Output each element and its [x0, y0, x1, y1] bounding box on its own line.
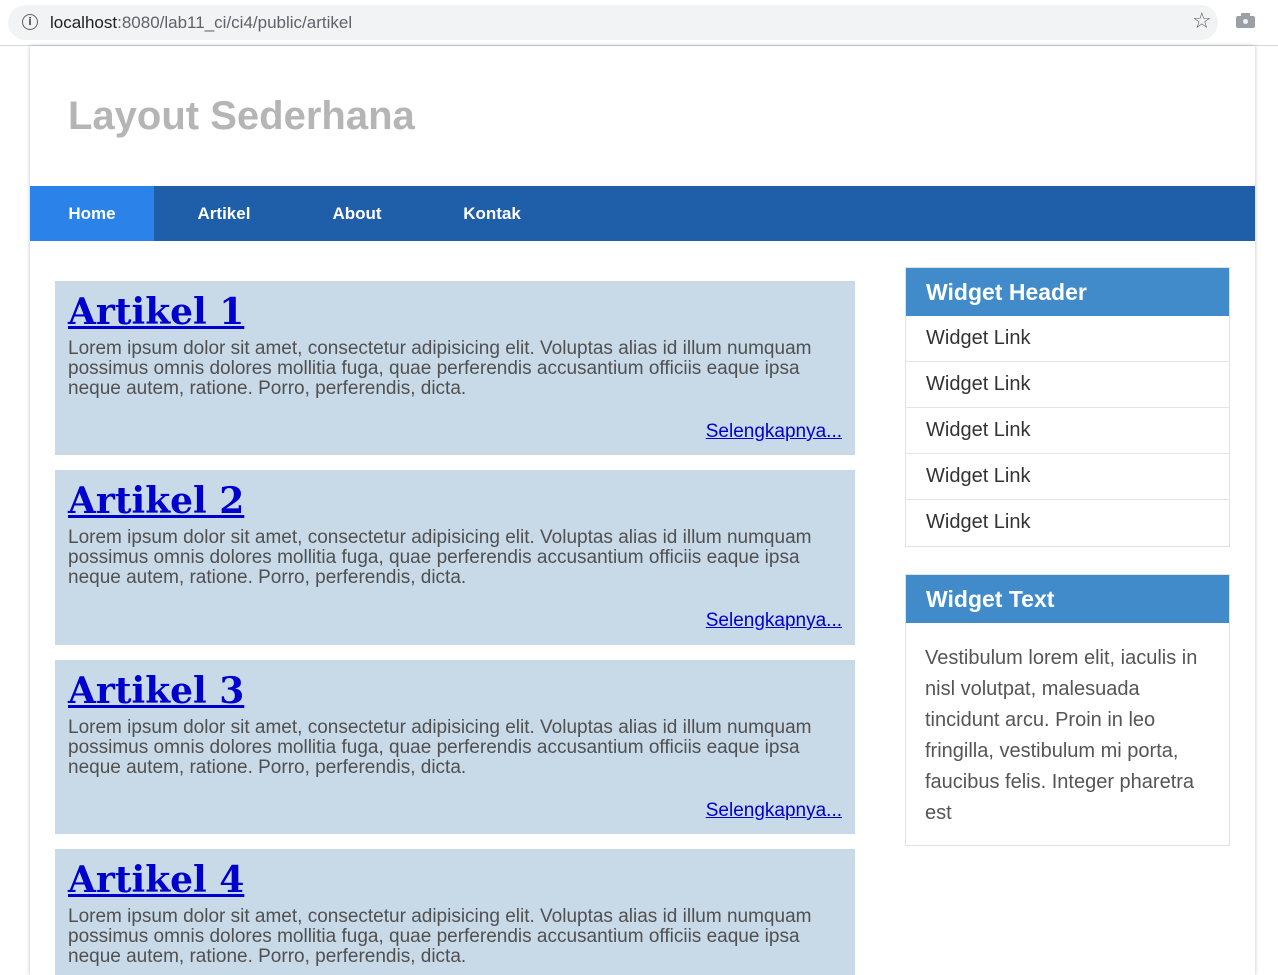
nav-item-kontak[interactable]: Kontak	[420, 186, 564, 241]
widget-text-body: Vestibulum lorem elit, iaculis in nisl v…	[925, 647, 1198, 824]
widget-header-title: Widget Header	[906, 268, 1229, 316]
site-header: Layout Sederhana	[30, 46, 1255, 186]
widget-text: Widget Text Vestibulum lorem elit, iacul…	[905, 574, 1230, 846]
article-body: Lorem ipsum dolor sit amet, consectetur …	[68, 717, 812, 778]
article-title-link[interactable]: Artikel 2	[68, 478, 244, 524]
site-title: Layout Sederhana	[68, 94, 415, 138]
read-more-link[interactable]: Selengkapnya...	[706, 421, 842, 443]
main-nav: Home Artikel About Kontak	[30, 186, 1255, 241]
widget-link[interactable]: Widget Link	[906, 408, 1229, 454]
article-card: Artikel 3 Lorem ipsum dolor sit amet, co…	[55, 660, 855, 834]
article-card: Artikel 2 Lorem ipsum dolor sit amet, co…	[55, 470, 855, 645]
nav-item-home[interactable]: Home	[30, 186, 154, 241]
widget-link[interactable]: Widget Link	[906, 500, 1229, 546]
camera-icon[interactable]	[1236, 13, 1255, 28]
browser-toolbar: i localhost:8080/lab11_ci/ci4/public/art…	[0, 0, 1278, 46]
read-more-link[interactable]: Selengkapnya...	[706, 800, 842, 822]
read-more-link[interactable]: Selengkapnya...	[706, 610, 842, 632]
url-path: :8080/lab11_ci/ci4/public/artikel	[117, 13, 353, 32]
article-body: Lorem ipsum dolor sit amet, consectetur …	[68, 906, 812, 967]
article-title-link[interactable]: Artikel 4	[68, 857, 244, 903]
article-card: Artikel 4 Lorem ipsum dolor sit amet, co…	[55, 849, 855, 975]
article-body: Lorem ipsum dolor sit amet, consectetur …	[68, 338, 812, 399]
page-container: Layout Sederhana Home Artikel About Kont…	[30, 46, 1255, 975]
info-icon[interactable]: i	[22, 14, 38, 30]
article-card: Artikel 1 Lorem ipsum dolor sit amet, co…	[55, 281, 855, 455]
widget-links: Widget Header Widget Link Widget Link Wi…	[905, 267, 1230, 547]
widget-text-title: Widget Text	[906, 575, 1229, 623]
address-bar[interactable]: i localhost:8080/lab11_ci/ci4/public/art…	[8, 5, 1218, 40]
url-text[interactable]: localhost:8080/lab11_ci/ci4/public/artik…	[50, 13, 352, 33]
url-host: localhost	[50, 13, 118, 32]
widget-link[interactable]: Widget Link	[906, 316, 1229, 362]
article-title-link[interactable]: Artikel 1	[68, 289, 244, 335]
nav-item-about[interactable]: About	[294, 186, 420, 241]
widget-link[interactable]: Widget Link	[906, 362, 1229, 408]
widget-link[interactable]: Widget Link	[906, 454, 1229, 500]
article-title-link[interactable]: Artikel 3	[68, 668, 244, 714]
nav-item-artikel[interactable]: Artikel	[154, 186, 294, 241]
bookmark-star-icon[interactable]: ☆	[1192, 9, 1212, 35]
article-body: Lorem ipsum dolor sit amet, consectetur …	[68, 527, 812, 588]
